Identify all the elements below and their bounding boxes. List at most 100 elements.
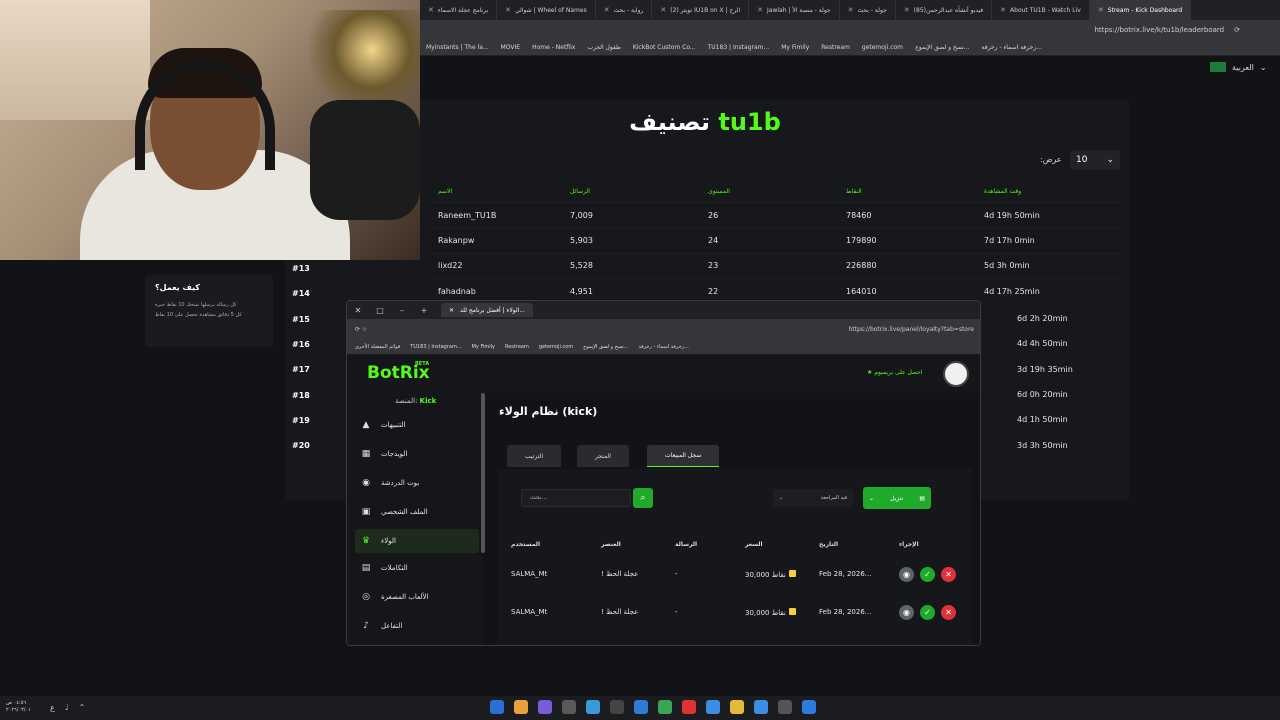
reject-icon[interactable]: ✕ xyxy=(941,566,956,582)
table-header: الاسم الرسائل المستوى النقاط وقت المشاهد… xyxy=(438,187,1022,195)
maximize-icon[interactable]: □ xyxy=(369,306,391,315)
bookmark-item[interactable]: نسخ و لصق الإيموج... xyxy=(583,344,628,350)
approve-icon[interactable]: ✓ xyxy=(920,566,935,582)
minimize-icon[interactable]: – xyxy=(391,306,413,315)
bookmark-folder[interactable]: قوائم المفضلة الأخرى xyxy=(355,344,400,350)
bookmark-item[interactable]: TU183 | Instagram... xyxy=(410,344,461,350)
close-icon[interactable]: ✕ xyxy=(428,6,434,14)
browser-tab[interactable]: ✕ About TU1B - Watch Liv xyxy=(992,0,1090,20)
folder-icon[interactable] xyxy=(730,700,744,714)
sidebar-item-integrations[interactable]: ▤ التكاملات xyxy=(355,556,479,580)
clock[interactable]: ٠٤:٥٦ ص ٢٠٢٦/٠٣/٠١ xyxy=(6,700,31,714)
browser-tab[interactable]: ✕ شوالي | Wheel of Names xyxy=(497,0,596,20)
browser-tab-active[interactable]: ✕ Stream - Kick Dashboard xyxy=(1089,0,1192,20)
language-indicator[interactable]: ع xyxy=(50,703,55,712)
microphone-icon[interactable]: ♩ xyxy=(65,703,69,712)
close-icon[interactable]: ✕ xyxy=(660,6,666,14)
reject-icon[interactable]: ✕ xyxy=(941,604,956,620)
browser-tab-strip: ✕ برنامج عجلة الاسماء ✕ شوالي | Wheel of N… xyxy=(420,0,1280,20)
bookmark-item[interactable]: طفول الحرب xyxy=(587,44,621,51)
bookmark-item[interactable]: Restream xyxy=(821,44,850,51)
close-icon[interactable]: ✕ xyxy=(848,6,854,14)
sidebar-item-alerts[interactable]: ▲ التنبيهات xyxy=(355,413,479,437)
browser-tab[interactable]: ✕ Jawlah | جولة - منصة الأ xyxy=(749,0,840,20)
botrix-main: نظام الولاء (kick) الترتيب المتجر سجل ال… xyxy=(487,393,980,645)
bookmark-item[interactable]: Home - Netflix xyxy=(532,44,575,51)
tab-sales-log[interactable]: سجل المبيعات xyxy=(647,445,720,467)
edge-icon[interactable] xyxy=(490,700,504,714)
platform-label: المنصة: Kick xyxy=(395,397,437,405)
app-icon[interactable] xyxy=(682,700,696,714)
windows-icon[interactable] xyxy=(802,700,816,714)
bookmark-item[interactable]: My Fimily xyxy=(781,44,809,51)
sidebar-item-chatbot[interactable]: ◉ بوت الدردشة xyxy=(355,471,479,495)
botrix-sidebar: المنصة: Kick ▲ التنبيهات ▦ الويدجات ◉ بوت ا… xyxy=(347,393,483,645)
app-icon[interactable] xyxy=(562,700,576,714)
tab-store[interactable]: المتجر xyxy=(577,445,629,467)
address-bar[interactable]: https://botrix.live/k/tu1b/leaderboard ⟳ xyxy=(420,20,1280,40)
app-icon[interactable] xyxy=(754,700,768,714)
close-icon[interactable]: ✕ xyxy=(757,6,763,14)
search-input[interactable]: بحث... xyxy=(521,489,631,507)
browser-tab[interactable]: ✕ برنامج عجلة الاسماء xyxy=(420,0,498,20)
bookmark-item[interactable]: نسخ و لصق الإيموج... xyxy=(915,44,969,51)
bookmark-item[interactable]: getemoji.com xyxy=(539,344,573,350)
approve-icon[interactable]: ✓ xyxy=(920,604,935,620)
bookmark-item[interactable]: زخرفة اسماء - زخرفة... xyxy=(982,44,1042,51)
bookmark-item[interactable]: MOVIE xyxy=(501,44,520,51)
close-icon[interactable]: ✕ xyxy=(505,6,511,14)
nav-icons[interactable]: ⟳ ☆ xyxy=(355,326,367,333)
close-icon[interactable]: ✕ xyxy=(1000,6,1006,14)
sidebar-item-profile[interactable]: ▣ الملف الشخصي xyxy=(355,500,479,524)
bookmark-item[interactable]: Myinstants | The la... xyxy=(426,44,489,51)
browser-tab[interactable]: ✕ (85)فيديو أنشأه عبدالرحمن xyxy=(896,0,993,20)
avatar[interactable] xyxy=(943,361,969,387)
bookmark-item[interactable]: My Fimily xyxy=(472,344,495,350)
bookmark-item[interactable]: زخرفة اسماء - زخرفة... xyxy=(639,344,689,350)
tab-ranking[interactable]: الترتيب xyxy=(507,445,561,467)
close-icon[interactable]: ✕ xyxy=(1098,6,1104,14)
download-button[interactable]: ⌄ تنزيل ▤ xyxy=(863,487,931,509)
browser-tab[interactable]: ✕ رواية - بحث xyxy=(596,0,653,20)
new-tab-icon[interactable]: + xyxy=(413,306,435,315)
close-icon[interactable]: ✕ xyxy=(347,306,369,315)
sidebar-scrollbar[interactable] xyxy=(481,393,485,553)
bookmark-item[interactable]: TU183 | Instagram... xyxy=(708,44,770,51)
app-icon[interactable] xyxy=(610,700,624,714)
app-icon[interactable] xyxy=(586,700,600,714)
sidebar-item-interaction[interactable]: ♪ التفاعل xyxy=(355,614,479,638)
browser-tab[interactable]: ✕ جولة - بحث xyxy=(840,0,896,20)
botrix-address-bar[interactable]: ⟳ ☆ https://botrix.live/panel/loyalty?ta… xyxy=(347,319,980,339)
bookmark-item[interactable]: getemoji.com xyxy=(862,44,903,51)
botrix-tab[interactable]: ✕ الولاء | أفضل برنامج للد... xyxy=(441,303,534,317)
music-icon: ♪ xyxy=(363,621,369,631)
status-filter[interactable]: ⌄ قيد المراجعة xyxy=(773,489,853,507)
url-text[interactable]: https://botrix.live/panel/loyalty?tab=st… xyxy=(848,326,974,333)
microphone-icon xyxy=(310,100,420,220)
language-selector[interactable]: العربية ⌄ xyxy=(1210,62,1267,72)
app-icon[interactable] xyxy=(538,700,552,714)
sidebar-item-widgets[interactable]: ▦ الويدجات xyxy=(355,442,479,466)
sidebar-item-loyalty[interactable]: ♛ الولاء xyxy=(355,529,479,553)
chevron-up-icon[interactable]: ⌃ xyxy=(79,703,86,712)
search-icon[interactable]: ⌕ xyxy=(633,488,653,508)
search-icon[interactable] xyxy=(778,700,792,714)
store-icon[interactable] xyxy=(706,700,720,714)
profile-icon: ▣ xyxy=(361,507,371,517)
close-icon[interactable]: ✕ xyxy=(449,307,454,314)
browser-icon[interactable] xyxy=(634,700,648,714)
premium-link[interactable]: ★ احصل على بريميوم xyxy=(867,369,923,376)
browser-tab[interactable]: ✕ تويتر (2) IU1B on X | الرح xyxy=(652,0,750,20)
app-icon[interactable] xyxy=(658,700,672,714)
bookmark-item[interactable]: Restream xyxy=(505,344,529,350)
close-icon[interactable]: ✕ xyxy=(604,6,610,14)
sidebar-item-minigames[interactable]: ◎ الألعاب المصغرة xyxy=(355,585,479,609)
bookmark-item[interactable]: KickBot Custom Co... xyxy=(633,44,696,51)
page-size-select[interactable]: 10 ⌄ xyxy=(1070,150,1120,170)
chrome-icon[interactable] xyxy=(514,700,528,714)
view-icon[interactable]: ◉ xyxy=(899,604,914,620)
close-icon[interactable]: ✕ xyxy=(904,6,910,14)
refresh-icon[interactable]: ⟳ xyxy=(1234,26,1240,34)
url-text[interactable]: https://botrix.live/k/tu1b/leaderboard xyxy=(1094,26,1224,34)
view-icon[interactable]: ◉ xyxy=(899,566,914,582)
